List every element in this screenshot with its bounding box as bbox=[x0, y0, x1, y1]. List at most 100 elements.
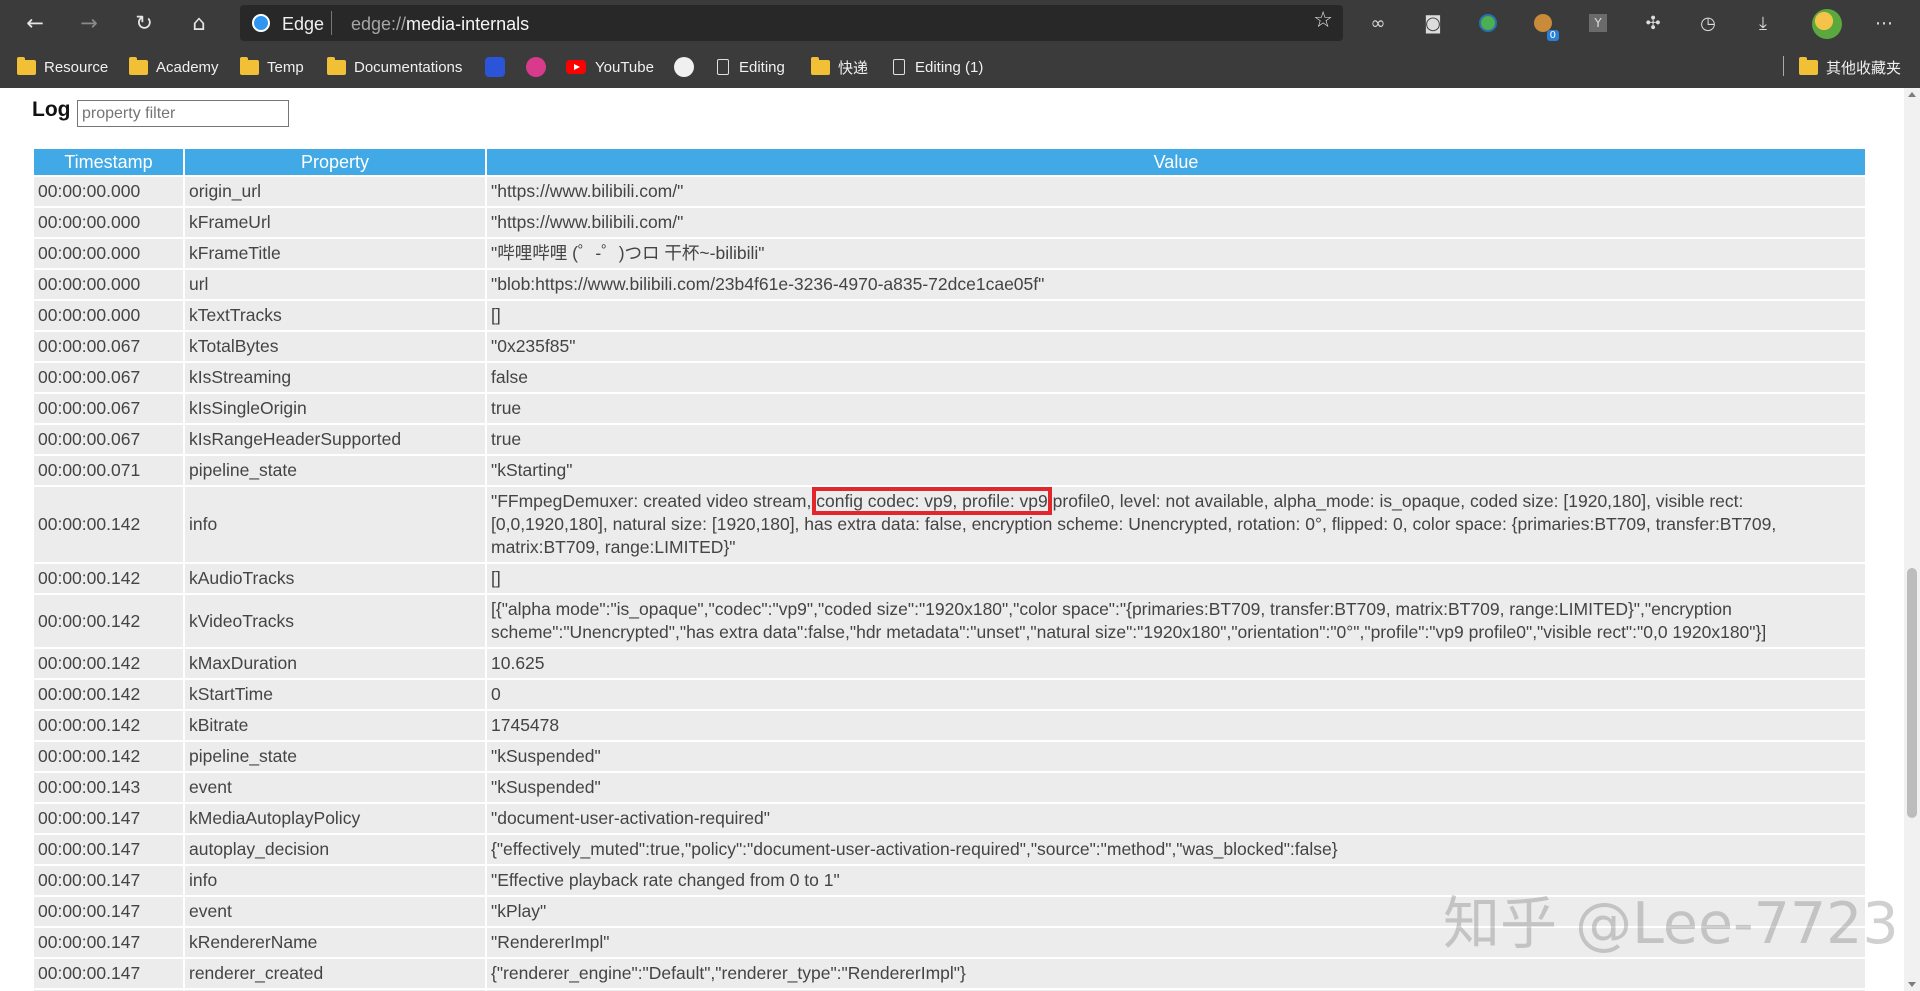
globe-extension-icon[interactable] bbox=[1474, 9, 1502, 37]
log-row: 00:00:00.067 kTotalBytes "0x235f85" bbox=[34, 332, 1865, 361]
log-row: 00:00:00.142 kVideoTracks [{"alpha mode":"… bbox=[34, 595, 1865, 647]
bookmark-documentations[interactable]: Documentations bbox=[327, 56, 462, 78]
bookmark-resource[interactable]: Resource bbox=[17, 56, 108, 78]
log-value-cell: "哔哩哔哩 (゜-゜)つロ 干杯~-bilibili" bbox=[487, 239, 1865, 268]
column-header-property[interactable]: Property bbox=[185, 149, 485, 175]
log-table-header: Timestamp Property Value bbox=[34, 149, 1865, 175]
app-logo-icon bbox=[526, 57, 546, 77]
bookmark-editing-1[interactable]: Editing (1) bbox=[893, 56, 983, 78]
value-text: "FFmpegDemuxer: created video stream, bbox=[491, 491, 817, 511]
bookmark-youtube[interactable]: YouTube bbox=[566, 56, 654, 78]
folder-icon bbox=[17, 56, 36, 75]
bookmark-app[interactable] bbox=[526, 56, 546, 78]
baidu-paw-icon bbox=[485, 57, 505, 77]
log-value-cell: 1745478 bbox=[487, 711, 1865, 740]
folder-icon bbox=[129, 56, 148, 75]
address-url: edge://media-internals bbox=[351, 14, 529, 35]
log-property-cell: url bbox=[185, 270, 485, 299]
extensions-puzzle-icon[interactable]: ✣ bbox=[1639, 9, 1667, 37]
address-divider bbox=[331, 11, 332, 35]
log-property-cell: kMediaAutoplayPolicy bbox=[185, 804, 485, 833]
infinity-extension-icon[interactable]: ∞ bbox=[1364, 9, 1392, 37]
folder-icon bbox=[240, 56, 259, 75]
property-filter-input[interactable] bbox=[77, 100, 289, 127]
log-timestamp-cell: 00:00:00.142 bbox=[34, 595, 183, 647]
bookmark-label: 快递 bbox=[838, 59, 869, 77]
bookmark-baidu[interactable] bbox=[485, 56, 505, 78]
log-value-cell: false bbox=[487, 363, 1865, 392]
profile-avatar-icon[interactable] bbox=[1812, 9, 1842, 39]
log-timestamp-cell: 00:00:00.000 bbox=[34, 301, 183, 330]
log-value-cell: "kSuspended" bbox=[487, 773, 1865, 802]
folder-icon bbox=[1799, 56, 1818, 75]
bookmark-kuaidi[interactable]: 快递 bbox=[811, 56, 868, 78]
downloads-icon[interactable]: ⤓ bbox=[1749, 9, 1777, 37]
log-row: 00:00:00.142 kMaxDuration 10.625 bbox=[34, 649, 1865, 678]
log-value-cell: "kStarting" bbox=[487, 456, 1865, 485]
log-timestamp-cell: 00:00:00.147 bbox=[34, 835, 183, 864]
browser-chrome: ← → ↻ ⌂ Edge edge://media-internals ☆ ∞ … bbox=[0, 0, 1920, 88]
column-header-timestamp[interactable]: Timestamp bbox=[34, 149, 183, 175]
log-timestamp-cell: 00:00:00.067 bbox=[34, 425, 183, 454]
log-row: 00:00:00.147 kMediaAutoplayPolicy "documen… bbox=[34, 804, 1865, 833]
bookmark-github[interactable] bbox=[674, 56, 694, 78]
folder-icon bbox=[327, 56, 346, 75]
reload-icon[interactable]: ↻ bbox=[127, 6, 161, 40]
log-timestamp-cell: 00:00:00.067 bbox=[34, 332, 183, 361]
file-icon bbox=[893, 59, 905, 75]
page-scrollbar[interactable] bbox=[1904, 88, 1920, 991]
bookmark-label: Documentations bbox=[354, 58, 463, 76]
more-menu-icon[interactable]: ⋯ bbox=[1870, 9, 1898, 37]
glasses-extension-icon[interactable]: ◙ bbox=[1419, 9, 1447, 37]
log-value-cell: [] bbox=[487, 564, 1865, 593]
log-property-cell: pipeline_state bbox=[185, 742, 485, 771]
bookmark-editing[interactable]: Editing bbox=[717, 56, 785, 78]
log-timestamp-cell: 00:00:00.000 bbox=[34, 239, 183, 268]
log-value-cell: "document-user-activation-required" bbox=[487, 804, 1865, 833]
column-header-value[interactable]: Value bbox=[487, 149, 1865, 175]
log-timestamp-cell: 00:00:00.147 bbox=[34, 959, 183, 988]
add-favorite-icon[interactable]: ☆ bbox=[1313, 8, 1333, 33]
log-property-cell: pipeline_state bbox=[185, 456, 485, 485]
log-timestamp-cell: 00:00:00.142 bbox=[34, 680, 183, 709]
scrollbar-thumb[interactable] bbox=[1907, 568, 1917, 818]
history-icon[interactable]: ◷ bbox=[1694, 9, 1722, 37]
bookmark-other-favorites[interactable]: 其他收藏夹 bbox=[1799, 56, 1901, 78]
browser-toolbar: ← → ↻ ⌂ Edge edge://media-internals ☆ ∞ … bbox=[0, 0, 1920, 47]
bookmark-label: Editing (1) bbox=[915, 58, 984, 76]
address-scheme-label: Edge bbox=[282, 14, 325, 34]
log-timestamp-cell: 00:00:00.147 bbox=[34, 897, 183, 926]
log-timestamp-cell: 00:00:00.147 bbox=[34, 866, 183, 895]
log-property-cell: kAudioTracks bbox=[185, 564, 485, 593]
log-property-cell: origin_url bbox=[185, 177, 485, 206]
log-property-cell: kIsRangeHeaderSupported bbox=[185, 425, 485, 454]
url-domain: edge:// bbox=[351, 14, 407, 34]
log-value-cell: 0 bbox=[487, 680, 1865, 709]
scroll-up-arrow-icon[interactable] bbox=[1908, 92, 1916, 97]
y-extension-icon[interactable]: Y bbox=[1584, 9, 1612, 37]
log-property-cell: kFrameTitle bbox=[185, 239, 485, 268]
bookmark-label: Temp bbox=[267, 58, 304, 76]
youtube-icon bbox=[566, 60, 586, 74]
log-value-cell: [] bbox=[487, 301, 1865, 330]
log-property-cell: kIsStreaming bbox=[185, 363, 485, 392]
log-timestamp-cell: 00:00:00.071 bbox=[34, 456, 183, 485]
bookmark-label: Editing bbox=[739, 58, 785, 76]
log-timestamp-cell: 00:00:00.147 bbox=[34, 928, 183, 957]
forward-arrow-icon[interactable]: → bbox=[72, 6, 106, 40]
log-row: 00:00:00.071 pipeline_state "kStarting" bbox=[34, 456, 1865, 485]
bookmark-temp[interactable]: Temp bbox=[240, 56, 304, 78]
cookie-extension-icon[interactable]: 0 bbox=[1529, 9, 1559, 41]
scroll-down-arrow-icon[interactable] bbox=[1908, 982, 1916, 987]
home-icon[interactable]: ⌂ bbox=[182, 6, 216, 40]
log-table: Timestamp Property Value 00:00:00.000 ori… bbox=[32, 147, 1867, 991]
log-property-cell: kFrameUrl bbox=[185, 208, 485, 237]
bookmark-academy[interactable]: Academy bbox=[129, 56, 219, 78]
back-arrow-icon[interactable]: ← bbox=[18, 6, 52, 40]
file-icon bbox=[717, 59, 729, 75]
log-property-cell: event bbox=[185, 897, 485, 926]
address-bar[interactable]: Edge edge://media-internals ☆ bbox=[240, 5, 1343, 41]
log-value-cell: {"effectively_muted":true,"policy":"docu… bbox=[487, 835, 1865, 864]
log-row: 00:00:00.142 info "FFmpegDemuxer: created … bbox=[34, 487, 1865, 562]
bookmark-label: Resource bbox=[44, 58, 109, 76]
